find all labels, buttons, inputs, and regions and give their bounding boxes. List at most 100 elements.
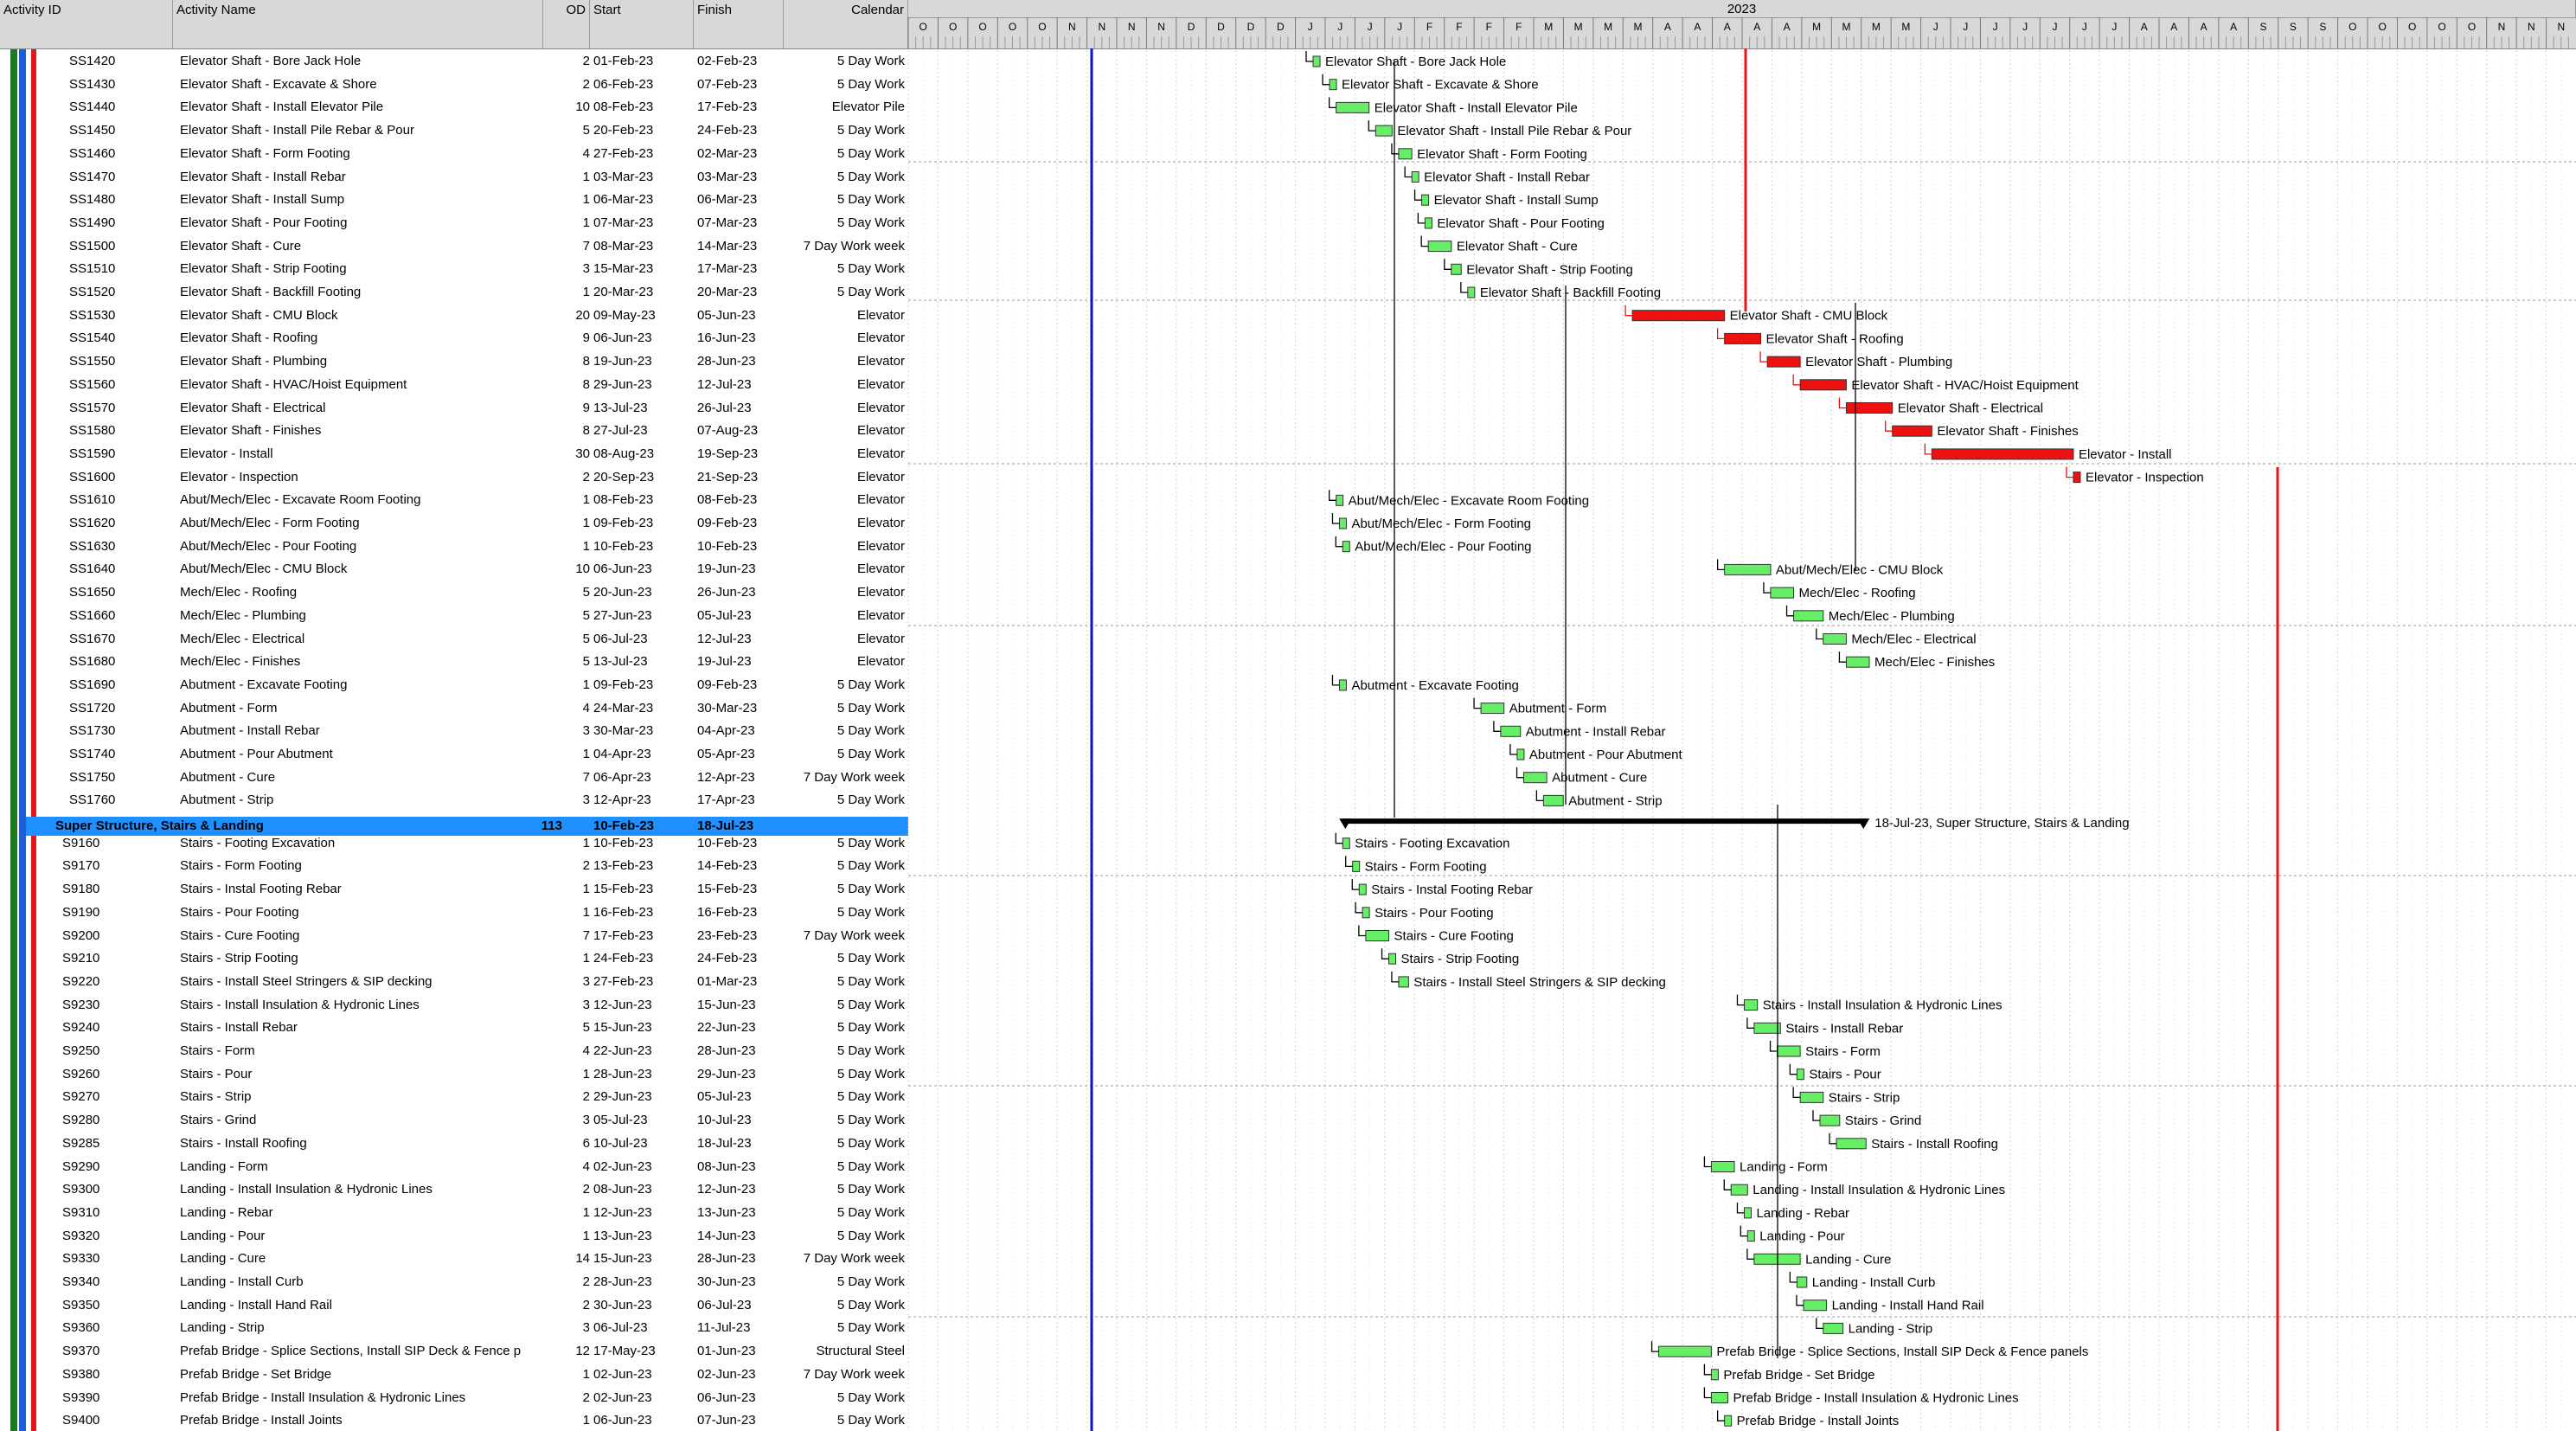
relationship-arrow [1420,235,1429,247]
relationship-arrow [1335,536,1343,548]
month-label: A [1724,21,1731,33]
month-label: J [2053,21,2058,33]
activity-bar [1803,1299,1828,1312]
relationship-arrow [1736,1202,1745,1214]
bar-label: Abut/Mech/Elec - CMU Block [1776,562,1944,577]
relationship-arrow [1816,628,1823,640]
month-label: M [1574,21,1583,33]
bar-label: Abutment - Form [1509,702,1607,716]
activity-bar [1424,217,1432,229]
bar-label: Landing - Rebar [1756,1206,1849,1221]
month-label: M [1842,21,1851,33]
month-label: A [2141,21,2148,33]
activity-bar [2073,472,2081,484]
activity-bar [1358,883,1367,895]
month-label: F [1486,21,1492,33]
month-label: D [1277,21,1285,33]
bar-label: Landing - Cure [1805,1252,1891,1267]
bar-label: Abut/Mech/Elec - Excavate Room Footing [1349,493,1589,508]
relationship-arrow [1703,1364,1712,1376]
bar-label: Stairs - Cure Footing [1394,929,1514,944]
relationship-arrow [1716,1410,1725,1421]
activity-bar [1766,356,1801,368]
bar-label: Prefab Bridge - Install Joints [1737,1414,1900,1428]
bar-label: Elevator Shaft - Install Rebar [1424,170,1590,185]
relationship-arrow [1473,697,1482,709]
month-label: A [2201,21,2208,33]
activity-bar [1770,587,1795,599]
relationship-arrow [1329,97,1336,109]
bar-label: Abutment - Strip [1568,793,1662,808]
bar-label: Elevator Shaft - Electrical [1898,401,2043,416]
relationship-arrow [1736,994,1745,1006]
month-label: S [2259,21,2266,33]
activity-bar [1329,79,1337,91]
bar-label: Elevator Shaft - Excavate & Shore [1342,78,1539,93]
activity-bar [1375,125,1393,137]
activity-bar [1451,263,1462,275]
bar-label: Elevator Shaft - Bore Jack Hole [1325,55,1506,69]
month-label: O [2349,21,2356,33]
relationship-arrow [1417,212,1426,224]
bar-label: Stairs - Pour [1809,1068,1881,1082]
bar-label: Elevator Shaft - Plumbing [1805,355,1952,369]
activity-bar [1342,837,1350,850]
relationship-arrow [1381,948,1389,959]
month-label: O [2438,21,2445,33]
month-label: A [2170,21,2177,33]
bar-label: Elevator Shaft - Install Pile Rebar & Po… [1397,124,1631,138]
activity-bar [1631,310,1726,322]
activity-bar [1845,656,1870,668]
bar-label: Elevator Shaft - Finishes [1937,424,2078,439]
relationship-arrow [1838,651,1847,663]
relationship-arrow [1509,744,1517,755]
activity-bar [1542,794,1564,806]
gantt-chart[interactable]: OOOOONNNNDDDDJJJJFFFFMMMMAAAAAMMMMJJJJJJ… [0,0,2576,1431]
activity-bar [1724,563,1772,575]
activity-bar [1710,1369,1719,1381]
activity-bar [1516,748,1525,760]
bar-label: Stairs - Form [1805,1044,1881,1059]
relationship-arrow [1796,1294,1804,1306]
bar-label: Prefab Bridge - Install Insulation & Hyd… [1733,1391,2018,1406]
bar-label: Elevator Shaft - Pour Footing [1437,216,1604,231]
p6-layout-window: Activity ID Activity Name OD Start Finis… [0,0,2576,1431]
activity-bar [1710,1161,1735,1172]
bar-label: Landing - Strip [1849,1321,1933,1336]
activity-bar [1796,1276,1808,1288]
relationship-arrow [1391,971,1399,983]
month-label: O [2379,21,2387,33]
month-label: M [1634,21,1643,33]
bar-label: Stairs - Instal Footing Rebar [1371,882,1533,897]
month-label: J [2082,21,2087,33]
activity-bar [1467,286,1476,298]
activity-bar [1398,148,1413,160]
month-label: A [2230,21,2237,33]
activity-bar [1312,55,1321,67]
activity-bar [1480,703,1505,715]
bar-label: Abut/Mech/Elec - Form Footing [1351,517,1531,531]
activity-bar [1777,1045,1801,1057]
bar-label: Abutment - Cure [1552,771,1647,786]
activity-bar [1836,1138,1867,1150]
month-label: M [1812,21,1821,33]
month-label: J [1963,21,1968,33]
activity-bar [1388,953,1397,965]
relationship-arrow [1789,1272,1797,1283]
month-label: J [1337,21,1342,33]
month-label: O [1009,21,1016,33]
bar-label: Elevator Shaft - Strip Footing [1466,262,1633,277]
month-label: M [1604,21,1612,33]
relationship-arrow [1368,120,1376,132]
activity-bar [1411,171,1419,183]
month-label: F [1426,21,1432,33]
month-label: J [1933,21,1938,33]
month-label: F [1456,21,1462,33]
relationship-arrow [1829,1133,1837,1145]
wbs-summary-bar [1342,818,1867,825]
bar-label: Stairs - Strip [1829,1090,1900,1105]
bar-label: Elevator Shaft - HVAC/Hoist Equipment [1851,378,2079,393]
bar-label: Stairs - Footing Excavation [1355,837,1509,851]
month-label: A [1694,21,1701,33]
activity-bar [1658,1345,1712,1357]
